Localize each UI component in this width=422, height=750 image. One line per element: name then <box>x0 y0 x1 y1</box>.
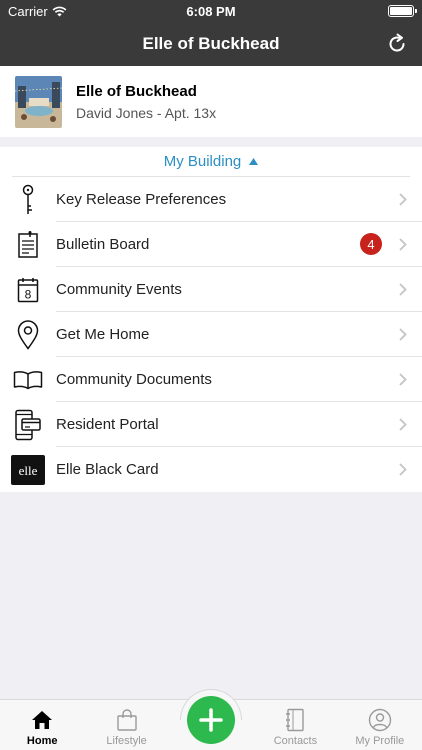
key-icon <box>0 177 56 222</box>
list-item-label: Community Documents <box>56 370 212 388</box>
calendar-icon: 8 <box>0 267 56 312</box>
chevron-right-icon <box>392 417 414 431</box>
my-building-section: My Building Key Release Preferences Bull… <box>0 147 422 492</box>
refresh-icon <box>389 33 405 52</box>
chevron-right-icon <box>392 372 414 386</box>
chevron-right-icon <box>392 282 414 296</box>
page-title: Elle of Buckhead <box>142 34 280 53</box>
list-item-resident-portal[interactable]: Resident Portal <box>0 402 422 447</box>
tab-label: My Profile <box>355 735 405 747</box>
tab-label: Contacts <box>273 735 318 747</box>
notification-badge: 4 <box>360 233 382 255</box>
tab-home[interactable]: Home <box>0 700 84 750</box>
section-title: My Building <box>163 153 242 170</box>
calendar-day: 8 <box>25 287 32 301</box>
tab-label: Lifestyle <box>106 735 147 747</box>
plus-icon <box>199 708 223 732</box>
add-button[interactable] <box>187 696 235 744</box>
list-item-label: Bulletin Board <box>56 235 150 253</box>
property-name: Elle of Buckhead <box>76 82 197 100</box>
elle-card-icon: elle <box>0 447 56 492</box>
status-bar: Carrier 6:08 PM <box>0 0 422 22</box>
shopping-bag-icon <box>116 707 138 733</box>
list-item-key-release[interactable]: Key Release Preferences <box>0 177 422 222</box>
tab-lifestyle[interactable]: Lifestyle <box>84 700 168 750</box>
carrier-name: Carrier <box>8 3 48 19</box>
book-icon <box>0 357 56 402</box>
chevron-right-icon <box>392 237 414 251</box>
refresh-button[interactable] <box>384 31 410 57</box>
list-item-label: Elle Black Card <box>56 461 159 478</box>
section-toggle[interactable]: My Building <box>12 147 410 177</box>
map-pin-icon <box>0 312 56 357</box>
battery-icon <box>388 5 417 17</box>
carrier-group: Carrier <box>8 4 67 19</box>
list-item-label: Resident Portal <box>56 415 159 433</box>
list-item-community-events[interactable]: 8 Community Events <box>0 267 422 312</box>
chevron-right-icon <box>392 192 414 206</box>
list-item-label: Community Events <box>56 280 182 298</box>
property-thumbnail <box>15 75 62 128</box>
list-item-bulletin-board[interactable]: Bulletin Board 4 <box>0 222 422 267</box>
profile-icon <box>368 707 392 733</box>
list-item-label: Key Release Preferences <box>56 190 227 208</box>
tab-my-profile[interactable]: My Profile <box>338 700 422 750</box>
wifi-icon <box>52 6 67 16</box>
chevron-right-icon <box>392 327 414 341</box>
tab-label: Home <box>26 735 58 747</box>
tab-contacts[interactable]: Contacts <box>253 700 337 750</box>
chevron-right-icon <box>392 463 414 476</box>
caret-up-icon <box>249 158 259 165</box>
list-item-elle-black-card[interactable]: elle Elle Black Card <box>0 447 422 492</box>
bulletin-icon <box>0 222 56 267</box>
elle-logo-text: elle <box>19 463 38 478</box>
list-item-get-me-home[interactable]: Get Me Home <box>0 312 422 357</box>
list-item-community-documents[interactable]: Community Documents <box>0 357 422 402</box>
resident-info: David Jones - Apt. 13x <box>76 104 217 121</box>
list-item-label: Get Me Home <box>56 325 150 343</box>
property-card[interactable]: Elle of Buckhead David Jones - Apt. 13x <box>0 66 422 137</box>
portal-icon <box>0 402 56 447</box>
home-icon <box>31 707 53 733</box>
nav-bar: Elle of Buckhead <box>0 22 422 66</box>
contacts-book-icon <box>285 707 305 733</box>
